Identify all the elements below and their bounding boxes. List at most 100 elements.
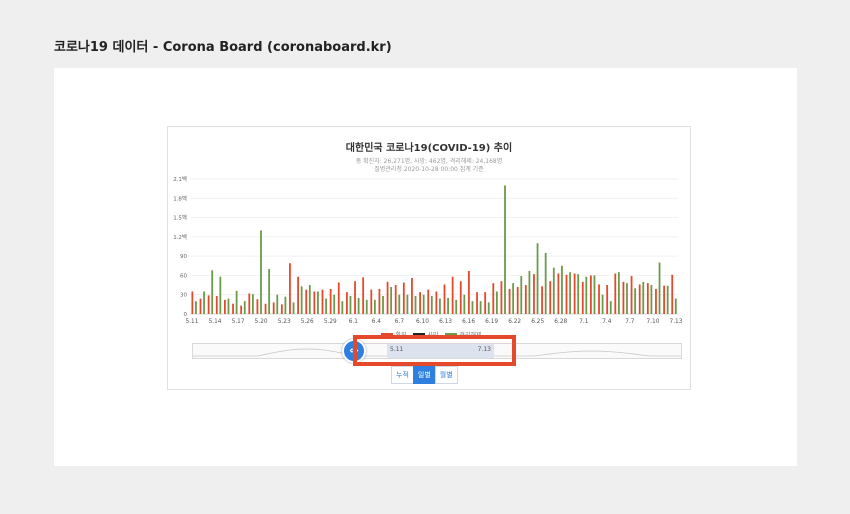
bar-2-17	[333, 294, 336, 314]
bar-0-45	[557, 273, 560, 314]
y-tick-label: 1.5백	[173, 214, 187, 222]
bar-2-3	[219, 276, 222, 314]
bar-0-49	[589, 275, 592, 314]
bar-2-59	[674, 298, 677, 314]
chart-card: 대한민국 코로나19(COVID-19) 추이 총 확진자: 26,271명, …	[167, 126, 691, 390]
bar-0-19	[345, 292, 348, 314]
bar-2-40	[520, 276, 523, 314]
bar-0-29	[427, 289, 430, 314]
toggle-daily[interactable]: 일별	[412, 366, 436, 384]
bar-2-30	[439, 298, 441, 314]
bar-2-51	[609, 301, 612, 314]
toggle-monthly[interactable]: 월별	[434, 366, 458, 384]
bar-0-33	[459, 281, 462, 314]
x-tick-label: 6.13	[439, 319, 452, 325]
bar-2-58	[666, 285, 669, 314]
bar-0-24	[386, 281, 389, 314]
bar-2-6	[243, 301, 246, 314]
bar-0-46	[565, 274, 568, 314]
bar-0-3	[215, 296, 218, 314]
bar-0-17	[329, 288, 332, 314]
x-tick-label: 6.25	[531, 319, 544, 325]
bar-0-25	[394, 285, 397, 314]
bar-0-5	[232, 303, 234, 314]
x-tick-label: 5.11	[186, 319, 199, 325]
bar-0-18	[337, 282, 340, 314]
bar-2-1	[203, 291, 205, 314]
bar-2-38	[504, 185, 506, 314]
x-tick-label: 6.16	[462, 319, 475, 325]
bar-0-14	[305, 289, 308, 314]
bar-2-28	[422, 294, 425, 314]
bar-0-16	[321, 289, 324, 314]
bar-0-40	[516, 287, 519, 314]
bar-2-14	[308, 285, 311, 314]
bar-2-41	[528, 270, 531, 314]
bar-0-12	[289, 263, 291, 314]
toggle-cumulative[interactable]: 누적	[391, 366, 414, 384]
bar-0-56	[646, 283, 649, 314]
bar-0-6	[240, 305, 243, 314]
bar-2-21	[365, 299, 368, 314]
y-tick-label: 2.1백	[173, 175, 187, 183]
bar-2-55	[642, 281, 645, 314]
x-tick-label: 5.29	[324, 319, 337, 325]
x-tick-label: 6.22	[508, 319, 521, 325]
x-tick-label: 6.10	[416, 319, 429, 325]
y-tick-label: 1.2백	[173, 233, 187, 241]
bar-0-37	[492, 283, 495, 314]
bar-2-37	[495, 291, 498, 314]
y-tick-label: 30	[180, 293, 187, 299]
bar-0-34	[467, 270, 470, 314]
bar-0-27	[411, 278, 413, 314]
bar-0-21	[362, 277, 365, 314]
bar-0-31	[443, 284, 446, 314]
bar-2-8	[260, 230, 262, 314]
bar-0-26	[402, 282, 405, 314]
bar-2-20	[357, 297, 360, 314]
y-tick-label: 60	[180, 273, 187, 279]
bar-0-36	[484, 292, 487, 314]
bar-0-15	[313, 291, 316, 314]
screenshot-canvas: 대한민국 코로나19(COVID-19) 추이 총 확진자: 26,271명, …	[54, 68, 797, 466]
x-tick-label: 6.28	[554, 319, 567, 325]
bar-0-2	[207, 295, 210, 314]
bar-2-32	[455, 299, 458, 314]
bar-2-25	[398, 294, 401, 314]
bar-2-10	[276, 294, 279, 314]
bar-2-29	[430, 296, 433, 314]
x-tick-label: 5.14	[209, 319, 222, 325]
bar-0-20	[354, 281, 356, 314]
bar-2-46	[569, 272, 571, 314]
x-tick-label: 5.26	[301, 319, 314, 325]
bar-0-22	[370, 289, 373, 314]
bar-2-48	[585, 276, 588, 314]
bar-2-47	[577, 274, 580, 314]
bar-0-7	[248, 293, 251, 314]
bar-2-36	[487, 302, 490, 314]
bar-0-1	[199, 298, 202, 314]
bar-2-23	[382, 296, 384, 314]
bar-2-4	[227, 298, 230, 314]
bar-2-45	[561, 265, 563, 314]
bar-2-19	[349, 296, 352, 314]
page-title: 코로나19 데이터 - Corona Board (coronaboard.kr…	[54, 40, 392, 55]
bar-0-53	[622, 281, 625, 314]
bar-2-54	[634, 288, 637, 314]
bar-0-23	[378, 288, 381, 314]
bar-2-16	[325, 298, 327, 314]
bar-chart-plot: 0 30 60 90 1.2백 1.5백 1.8백 2.1백 5.11 5.14 5.17 5.20 5…	[173, 175, 683, 325]
bar-2-57	[658, 262, 661, 314]
bar-2-13	[300, 286, 303, 314]
bar-0-59	[671, 274, 674, 314]
bar-2-53	[626, 283, 628, 314]
x-tick-label: 7.10	[646, 319, 659, 325]
bar-2-52	[617, 272, 620, 314]
bar-2-43	[544, 252, 547, 314]
bar-0-51	[606, 285, 609, 314]
bar-0-35	[476, 292, 478, 314]
y-tick-label: 0	[184, 312, 188, 318]
bar-0-38	[500, 281, 503, 314]
bar-0-44	[549, 281, 552, 314]
bar-0-52	[614, 273, 617, 314]
